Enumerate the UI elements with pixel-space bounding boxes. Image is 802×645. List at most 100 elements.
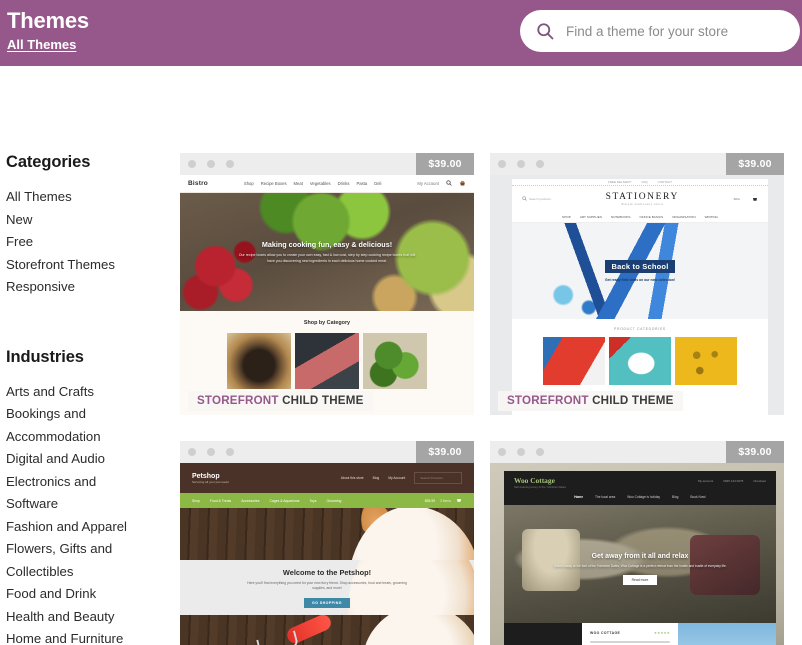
browser-chrome: $39.00 bbox=[490, 153, 784, 175]
sidebar-heading-categories: Categories bbox=[6, 153, 91, 171]
price-badge: $39.00 bbox=[726, 153, 784, 175]
preview-cart-icon bbox=[459, 180, 466, 188]
theme-card-woo-cottage[interactable]: $39.00 Woo Cottage Self-catering luxury … bbox=[490, 441, 784, 645]
preview-logo: Woo Cottage bbox=[514, 476, 555, 485]
preview-nav-item: Home bbox=[574, 495, 584, 499]
preview-hero-subtitle: Here you'll find everything you need for… bbox=[247, 581, 407, 591]
preview-tagline: Servicing all your pet needs bbox=[192, 479, 229, 484]
preview-nav-item: ORGANISATION bbox=[672, 215, 696, 219]
theme-card-petshop[interactable]: $39.00 Petshop Servicing all your pet ne… bbox=[180, 441, 474, 645]
browser-chrome: $39.00 bbox=[180, 441, 474, 463]
site-header: Themes All Themes bbox=[0, 0, 802, 66]
sidebar-item-arts-and-crafts[interactable]: Arts and Crafts bbox=[6, 381, 134, 404]
preview-panel-rating: ★★★★★ bbox=[653, 631, 670, 635]
chrome-dot-icon bbox=[207, 448, 215, 456]
chrome-dot-icon bbox=[517, 160, 525, 168]
preview-category-strip bbox=[512, 337, 768, 385]
preview-cart-icon bbox=[752, 196, 758, 203]
preview-top-link: My account bbox=[697, 479, 714, 483]
preview-section-title: Shop by Category bbox=[303, 320, 351, 326]
theme-card-bistro[interactable]: $39.00 Bistro Shop Recipe Boxes Meat Veg… bbox=[180, 153, 474, 415]
sidebar-item-digital-and-audio[interactable]: Digital and Audio bbox=[6, 448, 134, 471]
preview-category-tile bbox=[295, 333, 359, 389]
sidebar-item-bookings-and-accommodation[interactable]: Bookings and Accommodation bbox=[6, 403, 134, 448]
breadcrumb-item-all-themes[interactable]: All Themes bbox=[7, 37, 76, 52]
theme-badge-primary: STOREFRONT bbox=[507, 394, 589, 407]
price-badge: $39.00 bbox=[726, 441, 784, 463]
preview-hero-subtitle: Our recipe boxes allow you to create you… bbox=[238, 253, 416, 263]
sidebar-item-electronics-and-software[interactable]: Electronics and Software bbox=[6, 471, 134, 516]
theme-badge: STOREFRONT CHILD THEME bbox=[498, 391, 683, 411]
browser-chrome: $39.00 bbox=[490, 441, 784, 463]
preview-cart-label: BAG bbox=[733, 197, 740, 201]
sidebar-list-industries: Arts and Crafts Bookings and Accommodati… bbox=[6, 381, 180, 645]
preview-topbar-item: FREE DELIVERY bbox=[608, 180, 632, 184]
sidebar-item-responsive[interactable]: Responsive bbox=[6, 276, 134, 299]
preview-nav-item: Shop bbox=[192, 498, 200, 503]
preview-search-icon bbox=[446, 180, 452, 187]
preview-topbar-item: FAQ bbox=[641, 180, 648, 184]
preview-search-icon bbox=[522, 196, 527, 202]
preview-nav-item: Food & Treats bbox=[209, 498, 232, 503]
preview-search-placeholder: Search products bbox=[529, 197, 551, 201]
sidebar-item-food-and-drink[interactable]: Food and Drink bbox=[6, 583, 134, 606]
preview-nav-item: Shop bbox=[243, 181, 254, 186]
sidebar-list-categories: All Themes New Free Storefront Themes Re… bbox=[6, 186, 180, 299]
sidebar-item-free[interactable]: Free bbox=[6, 231, 134, 254]
chrome-dot-icon bbox=[498, 160, 506, 168]
preview-topbar-item: CONTACT bbox=[657, 180, 672, 184]
preview-category-tile bbox=[363, 333, 427, 389]
sidebar-item-storefront-themes[interactable]: Storefront Themes bbox=[6, 254, 134, 277]
theme-badge-secondary: CHILD THEME bbox=[282, 394, 364, 407]
preview-hero: Back to School Get ready field deals on … bbox=[512, 223, 768, 319]
sidebar-item-health-and-beauty[interactable]: Health and Beauty bbox=[6, 606, 134, 629]
preview-nav-item: Vegetables bbox=[309, 181, 331, 186]
preview-cta-button: Read more bbox=[622, 574, 658, 585]
page-body: Categories All Themes New Free Storefron… bbox=[0, 66, 802, 645]
preview-nav-item: SHOP bbox=[562, 215, 571, 219]
sidebar-item-flowers-gifts-and-collectibles[interactable]: Flowers, Gifts and Collectibles bbox=[6, 538, 134, 583]
theme-preview-bistro: Bistro Shop Recipe Boxes Meat Vegetables… bbox=[180, 175, 474, 415]
preview-logo: Bistro bbox=[188, 180, 208, 187]
preview-cart-icon bbox=[456, 497, 462, 504]
preview-nav-item: ART SUPPLIES bbox=[579, 215, 602, 219]
preview-hero-title: Back to School bbox=[604, 260, 676, 273]
preview-nav-item: Deli bbox=[374, 181, 382, 186]
preview-hero-image bbox=[180, 508, 474, 560]
theme-preview-stationery: FREE DELIVERY FAQ CONTACT Search product… bbox=[490, 175, 784, 415]
search-box[interactable] bbox=[520, 10, 800, 52]
theme-preview-petshop: Petshop Servicing all your pet needs Abo… bbox=[180, 463, 474, 645]
preview-hero: Making cooking fun, easy & delicious! Ou… bbox=[180, 193, 474, 311]
sidebar-item-home-and-furniture[interactable]: Home and Furniture bbox=[6, 628, 134, 645]
chrome-dot-icon bbox=[536, 160, 544, 168]
preview-hero: Get away from it all and relax Tucked aw… bbox=[504, 505, 776, 623]
theme-badge-secondary: CHILD THEME bbox=[592, 394, 674, 407]
search-icon bbox=[535, 21, 555, 41]
preview-cart-total: $55.95 bbox=[424, 498, 436, 503]
preview-top-link: 0845 123 0076 bbox=[723, 479, 744, 483]
sidebar-item-all-themes[interactable]: All Themes bbox=[6, 186, 134, 209]
search-input[interactable] bbox=[566, 10, 800, 52]
preview-welcome-panel: Welcome to the Petshop! Here you'll find… bbox=[180, 560, 474, 615]
chrome-dot-icon bbox=[517, 448, 525, 456]
preview-category-strip bbox=[180, 333, 474, 389]
preview-hero-title: Get away from it all and relax bbox=[591, 553, 689, 560]
chrome-dot-icon bbox=[498, 448, 506, 456]
preview-hero-title: Welcome to the Petshop! bbox=[282, 568, 372, 577]
preview-nav-item: Pasta bbox=[356, 181, 368, 186]
preview-hero-title: Making cooking fun, easy & delicious! bbox=[261, 240, 393, 250]
preview-category-tile bbox=[675, 337, 737, 385]
preview-search-placeholder: Search Products... bbox=[414, 472, 462, 484]
chrome-dot-icon bbox=[226, 160, 234, 168]
preview-cta-button: GO SHOPPING bbox=[304, 598, 350, 609]
sidebar-item-fashion-and-apparel[interactable]: Fashion and Apparel bbox=[6, 516, 134, 539]
preview-nav-item: Blog bbox=[671, 495, 679, 499]
sidebar-heading-industries: Industries bbox=[6, 347, 84, 366]
sidebar: Categories All Themes New Free Storefron… bbox=[0, 153, 180, 645]
preview-top-nav-item: About this store bbox=[340, 476, 364, 480]
theme-badge-primary: STOREFRONT bbox=[197, 394, 279, 407]
sidebar-item-new[interactable]: New bbox=[6, 209, 134, 232]
preview-hero-subtitle: Get ready field deals on our new collect… bbox=[604, 278, 676, 282]
preview-top-nav-item: My Account bbox=[388, 476, 406, 480]
theme-card-stationery[interactable]: $39.00 FREE DELIVERY FAQ CONTACT Search … bbox=[490, 153, 784, 415]
